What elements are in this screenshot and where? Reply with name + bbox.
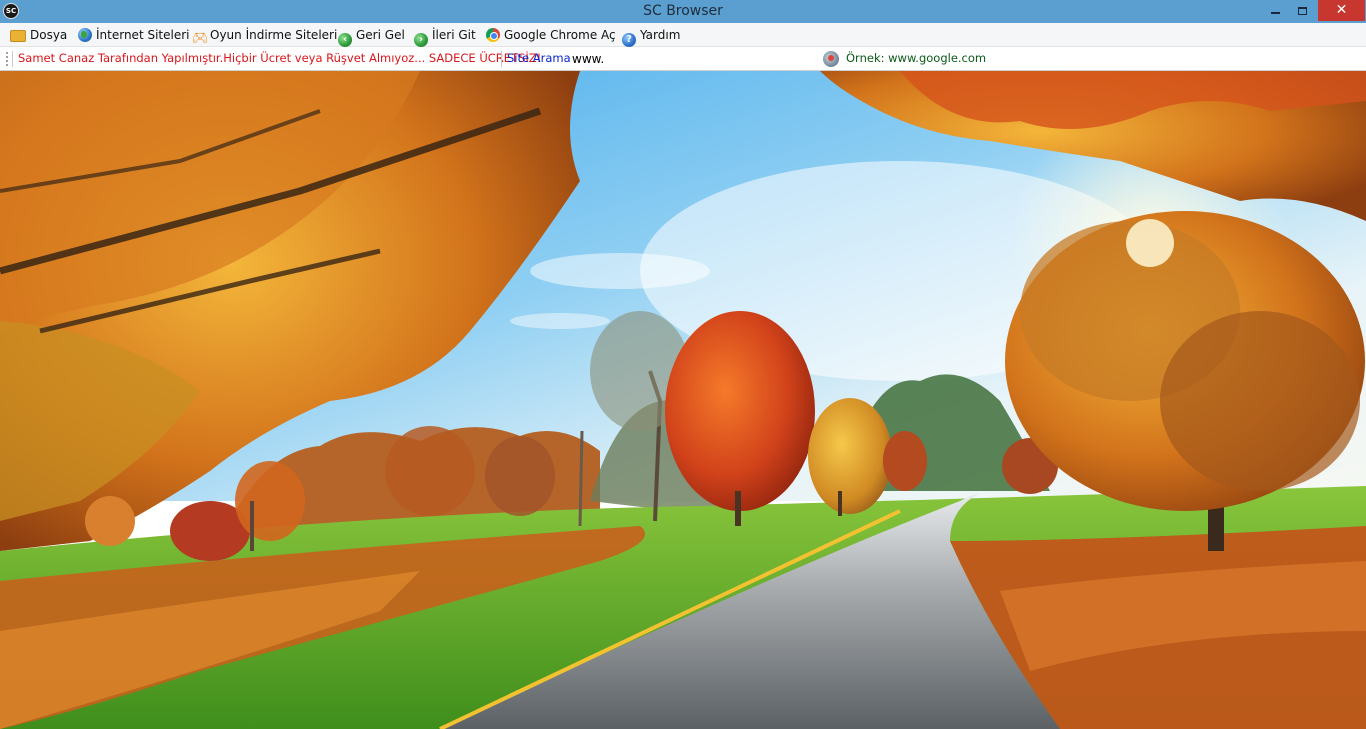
close-button[interactable]: ✕ xyxy=(1318,0,1365,21)
window-title: SC Browser xyxy=(643,3,723,19)
minimize-button[interactable] xyxy=(1262,0,1288,21)
menu-bar: Dosya İnternet Siteleri 🎮︎Oyun İndirme S… xyxy=(0,23,1366,47)
app-logo-icon[interactable]: SC xyxy=(3,3,19,19)
menu-item-label: İnternet Siteleri xyxy=(96,28,190,42)
close-icon: ✕ xyxy=(1335,2,1348,18)
menu-item-dosya[interactable]: Dosya xyxy=(10,26,67,44)
toolbar-separator xyxy=(501,51,502,67)
example-hint: Örnek: www.google.com xyxy=(846,51,987,65)
web-content-area[interactable] xyxy=(0,71,1366,729)
menu-item-oyun-indirme-siteleri[interactable]: 🎮︎Oyun İndirme Siteleri xyxy=(192,26,338,46)
menu-item-label: Dosya xyxy=(30,28,68,42)
menu-item-google-chrome-ac[interactable]: Google Chrome Aç xyxy=(486,26,616,44)
back-arrow-icon: ‹ xyxy=(338,33,352,47)
menu-item-geri-gel[interactable]: ‹ Geri Gel xyxy=(338,26,405,47)
menu-item-label: İleri Git xyxy=(432,28,476,42)
menu-item-label: Google Chrome Aç xyxy=(504,28,616,42)
help-icon: ? xyxy=(622,33,636,47)
menu-item-label: Yardım xyxy=(640,28,681,42)
maximize-button[interactable] xyxy=(1288,0,1316,21)
folder-icon xyxy=(10,30,26,42)
globe-icon xyxy=(78,28,92,42)
maximize-icon xyxy=(1297,6,1307,15)
url-input[interactable] xyxy=(568,50,818,68)
autumn-road-image xyxy=(0,71,1366,729)
toolbar-separator xyxy=(12,51,13,67)
menu-item-internet-siteleri[interactable]: İnternet Siteleri xyxy=(78,26,190,44)
menu-item-ileri-git[interactable]: › İleri Git xyxy=(414,26,476,47)
menu-item-label: Oyun İndirme Siteleri xyxy=(210,28,338,42)
menu-item-yardim[interactable]: ? Yardım xyxy=(622,26,681,47)
title-bar: SC SC Browser ✕ xyxy=(0,0,1366,23)
forward-arrow-icon: › xyxy=(414,33,428,47)
author-notice: Samet Canaz Tarafından Yapılmıştır.Hiçbi… xyxy=(18,51,542,65)
menu-item-label: Geri Gel xyxy=(356,28,405,42)
go-button-icon[interactable] xyxy=(823,51,839,67)
site-search-label: Site Arama xyxy=(507,51,571,65)
address-toolbar: Samet Canaz Tarafından Yapılmıştır.Hiçbi… xyxy=(0,47,1366,71)
toolbar-grip-icon[interactable] xyxy=(6,52,9,66)
chrome-icon xyxy=(486,28,500,42)
minimize-icon xyxy=(1270,11,1280,14)
gamepad-icon: 🎮︎ xyxy=(192,31,209,46)
